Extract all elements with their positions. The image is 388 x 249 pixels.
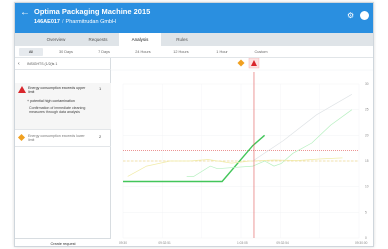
y-tick-label: 30: [365, 82, 369, 86]
series-line-1: [123, 134, 266, 183]
app-header: ← Optima Packaging Machine 2015 146AE017…: [15, 3, 373, 33]
x-tick-label: 09:30: [119, 241, 127, 245]
event-item-upper-limit[interactable]: Energy consumption exceeds upper limit 1…: [15, 83, 111, 130]
x-tick-label: 09:32:51: [158, 241, 171, 245]
y-tick-label: 0: [365, 236, 367, 240]
event-title: Energy consumption exceeds upper limit: [28, 86, 86, 95]
y-tick-label: 5: [365, 210, 367, 214]
event-description: Confirmation of immediate cleaning measu…: [29, 106, 86, 115]
event-count: 1: [99, 86, 102, 91]
warning-diamond-marker-icon: [237, 59, 245, 67]
tab-overview[interactable]: Overview: [35, 33, 77, 46]
time-range-24-hours[interactable]: 24 Hours: [132, 48, 154, 56]
warning-diamond-icon: [17, 133, 26, 142]
time-range-7-days[interactable]: 7 Days: [93, 48, 115, 56]
warning-triangle-icon: [18, 86, 26, 93]
asset-id: 146AE017: [34, 19, 60, 25]
insights-filter-label: INSIGHTS (1/2(ts 1: [27, 61, 58, 66]
tab-requests[interactable]: Requests: [77, 33, 119, 46]
y-tick-label: 10: [365, 185, 369, 189]
energy-chart[interactable]: 30 25 20 15 10 5 0 09:30 09:32:51 1:03:05 09:32:54…: [111, 58, 374, 247]
asset-name: Pharmitrudan GmbH: [65, 19, 116, 25]
gear-icon[interactable]: ⚙: [347, 11, 354, 20]
chart-area: 30 25 20 15 10 5 0 09:30 09:32:51 1:03:05 09:32:54…: [111, 58, 374, 247]
y-tick-label: 15: [365, 159, 369, 163]
create-request-button[interactable]: Create request: [15, 238, 111, 246]
event-title: Energy consumption exceeds lower limit: [28, 134, 85, 143]
x-tick-label: 1:03:05: [237, 241, 248, 245]
y-tick-label: 20: [365, 133, 369, 137]
x-tick-label: 09:32:54: [276, 241, 289, 245]
subtitle-separator: /: [62, 19, 64, 25]
back-arrow-icon[interactable]: ←: [20, 8, 30, 18]
app-window: ← Optima Packaging Machine 2015 146AE017…: [14, 2, 374, 247]
time-range-all[interactable]: All: [19, 48, 43, 56]
series-line-2: [186, 109, 353, 177]
x-tick-label: 09:30:00: [355, 241, 368, 245]
y-tick-label: 25: [365, 108, 369, 112]
chevron-left-icon[interactable]: ‹: [18, 61, 20, 67]
tab-analysis[interactable]: Analysis: [119, 33, 161, 46]
time-range-bar: All 30 Days 7 Days 24 Hours 12 Hours 1 H…: [15, 46, 373, 58]
page-title: Optima Packaging Machine 2015: [34, 7, 151, 16]
event-item-lower-limit[interactable]: Energy consumption exceeds lower limit 2: [15, 131, 111, 147]
insights-panel: ‹ INSIGHTS (1/2(ts 1 Energy consumption …: [15, 58, 111, 246]
avatar-icon[interactable]: [360, 11, 369, 20]
event-cause: + potential high contamination: [27, 99, 75, 103]
time-range-1-hour[interactable]: 1 Hour: [211, 48, 233, 56]
tab-rules[interactable]: Rules: [161, 33, 203, 46]
time-range-custom[interactable]: Custom: [250, 48, 272, 56]
asset-subtitle: 146AE017/Pharmitrudan GmbH: [34, 19, 116, 25]
event-count: 2: [99, 134, 102, 139]
time-range-12-hours[interactable]: 12 Hours: [170, 48, 192, 56]
tab-bar: Overview Requests Analysis Rules: [15, 33, 373, 46]
time-range-30-days[interactable]: 30 Days: [55, 48, 77, 56]
insights-filter-row: ‹ INSIGHTS (1/2(ts 1: [15, 58, 111, 70]
